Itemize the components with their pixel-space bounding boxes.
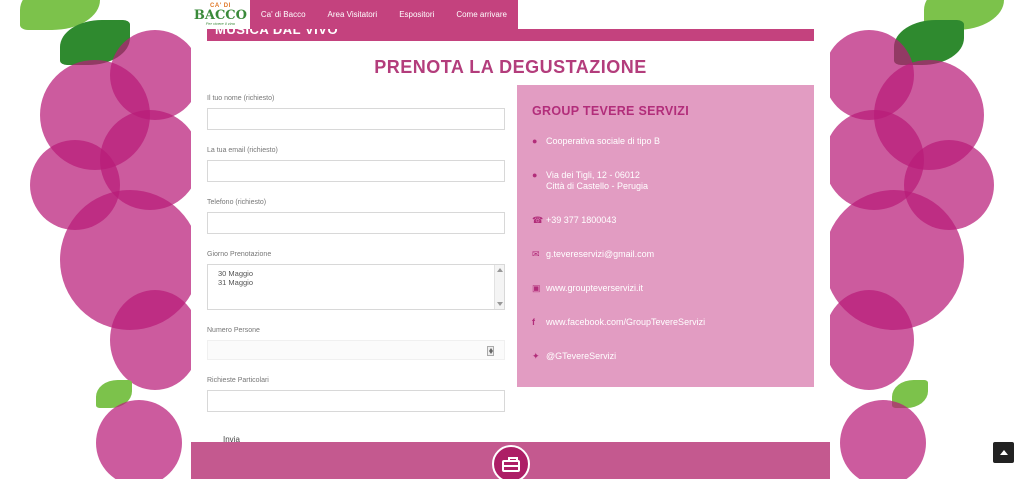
contact-type-row: ● Cooperativa sociale di tipo B [532,136,799,147]
back-to-top-button[interactable] [993,442,1014,463]
day-select-scrollbar[interactable] [494,265,504,309]
notes-label: Richieste Particolari [207,377,269,384]
top-navigation: CA' DI BACCO Per vivere il vino Ca' di B… [191,0,518,29]
twitter-icon: ✦ [532,351,540,361]
grape-decoration-right [824,0,1024,479]
nav-item-espositori[interactable]: Espositori [388,10,445,19]
contact-email[interactable]: g.tevereservizi@gmail.com [546,249,654,260]
booking-form: Il tuo nome (richiesto) La tua email (ri… [207,95,505,447]
site-logo[interactable]: CA' DI BACCO Per vivere il vino [191,0,250,29]
contact-title: GROUP TEVERE SERVIZI [532,104,689,118]
phone-label: Telefono (richiesto) [207,199,267,206]
notes-input[interactable] [207,390,505,412]
chevron-up-icon [999,450,1008,455]
contact-phone[interactable]: +39 377 1800043 [546,215,616,226]
phone-input[interactable] [207,212,505,234]
day-select[interactable]: 30 Maggio 31 Maggio [207,264,505,310]
nav-item-ca-di-bacco[interactable]: Ca' di Bacco [250,10,317,19]
address-line-2: Città di Castello - Perugia [546,181,649,191]
address-line-1: Via dei Tigli, 12 - 06012 [546,170,640,180]
section-header-title: MUSICA DAL VIVO [215,29,339,37]
phone-icon: ☎ [532,215,544,225]
section-header-bar: MUSICA DAL VIVO [207,29,814,41]
footer-bar [191,442,830,479]
name-label: Il tuo nome (richiesto) [207,95,275,102]
people-input[interactable] [207,340,505,360]
contact-twitter-row: ✦ @GTevereServizi [532,351,799,362]
contact-website[interactable]: www.groupteverservizi.it [546,283,643,294]
email-label: La tua email (richiesto) [207,147,278,154]
day-option[interactable]: 31 Maggio [218,278,494,287]
day-label: Giorno Prenotazione [207,251,272,258]
scroll-down-icon[interactable] [497,302,503,306]
contact-email-row: ✉ g.tevereservizi@gmail.com [532,249,799,260]
contact-facebook-row: f www.facebook.com/GroupTevereServizi [532,317,799,328]
users-icon: ● [532,136,538,146]
scroll-up-icon[interactable] [497,268,503,272]
name-input[interactable] [207,108,505,130]
contact-type: Cooperativa sociale di tipo B [546,136,661,146]
nav-item-come-arrivare[interactable]: Come arrivare [445,10,518,19]
map-marker-icon: ● [532,170,538,180]
contact-facebook[interactable]: www.facebook.com/GroupTevereServizi [546,317,705,328]
contact-address-row: ● Via dei Tigli, 12 - 06012 Città di Cas… [532,170,799,192]
contact-phone-row: ☎ +39 377 1800043 [532,215,799,226]
contact-panel: GROUP TEVERE SERVIZI ● Cooperativa socia… [517,85,814,387]
contact-web-row: ▣ www.groupteverservizi.it [532,283,799,294]
people-stepper[interactable] [487,346,494,356]
day-option[interactable]: 30 Maggio [218,269,494,278]
email-input[interactable] [207,160,505,182]
envelope-icon: ✉ [532,249,540,259]
grape-decoration-left [0,0,200,479]
page-title: PRENOTA LA DEGUSTAZIONE [374,57,647,77]
contact-twitter[interactable]: @GTevereServizi [546,351,616,362]
monitor-icon: ▣ [532,283,541,293]
facebook-icon: f [532,317,535,327]
logo-tagline: Per vivere il vino [205,21,236,26]
briefcase-icon [492,445,530,479]
nav-item-area-visitatori[interactable]: Area Visitatori [317,10,389,19]
people-label: Numero Persone [207,327,260,334]
